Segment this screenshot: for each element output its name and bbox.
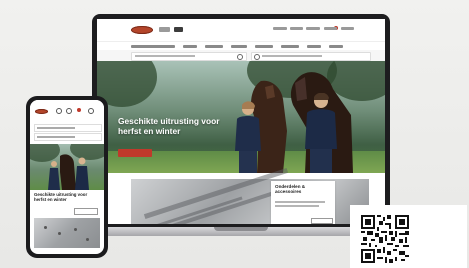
category-item-5[interactable] <box>255 45 273 48</box>
hero-cta-button[interactable] <box>118 149 152 157</box>
user-nav-2[interactable] <box>290 27 303 30</box>
search-placeholder <box>135 55 195 57</box>
category-item-8[interactable] <box>329 45 343 48</box>
hero-title: Geschikte uitrusting voor herfst en wint… <box>118 116 220 136</box>
category-item-7[interactable] <box>307 45 321 48</box>
mobile-header <box>30 100 104 120</box>
category-item-3[interactable] <box>205 45 223 48</box>
category-card-text <box>275 205 319 207</box>
category-item-4[interactable] <box>231 45 247 48</box>
product-detail <box>74 228 77 231</box>
mobile-hero-button[interactable] <box>74 208 98 215</box>
product-detail <box>44 226 47 229</box>
mobile-hero-banner <box>30 144 104 190</box>
rider-woman-image <box>235 101 261 173</box>
secondary-search-placeholder <box>262 55 322 57</box>
mobile-search-placeholder <box>37 127 75 129</box>
qr-code[interactable] <box>361 215 409 263</box>
laptop-screen: Geschikte uitrusting voor herfst en wint… <box>97 19 385 224</box>
secondary-search-input[interactable] <box>251 52 371 61</box>
laptop-notch <box>214 227 268 231</box>
mobile-search-input-2[interactable] <box>34 133 102 141</box>
mobile-hero-title: Geschikte uitrusting voor herfst en wint… <box>34 192 88 203</box>
search-input[interactable] <box>131 52 247 61</box>
phone-screen: Geschikte uitrusting voor herfst en wint… <box>30 100 104 254</box>
search-row <box>97 50 385 61</box>
user-nav-4[interactable] <box>324 27 337 30</box>
product-detail <box>86 238 89 241</box>
search-icon[interactable] <box>237 54 243 60</box>
brand-logo[interactable] <box>35 109 48 114</box>
mobile-hero-image <box>30 144 104 190</box>
product-detail <box>58 232 61 235</box>
mobile-product-image <box>34 218 100 248</box>
mobile-search-placeholder-2 <box>37 136 75 138</box>
category-card-title: Onderdelen & accessoires <box>275 184 306 195</box>
site-header <box>97 19 385 41</box>
category-card-text <box>275 201 325 203</box>
brand-logo[interactable] <box>131 26 153 34</box>
nav-tab-1[interactable] <box>159 27 170 32</box>
category-item-1[interactable] <box>131 45 175 48</box>
category-card-button[interactable] <box>311 218 333 224</box>
user-nav-5[interactable] <box>341 27 354 30</box>
product-photo-scene: Geschikte uitrusting voor herfst en wint… <box>0 0 469 268</box>
mobile-search-input[interactable] <box>34 124 102 132</box>
hero-banner: Geschikte uitrusting voor herfst en wint… <box>97 61 385 173</box>
menu-icon[interactable] <box>88 108 94 114</box>
category-card[interactable]: Onderdelen & accessoires <box>271 181 335 224</box>
search-icon[interactable] <box>56 108 62 114</box>
cart-icon[interactable] <box>77 108 81 112</box>
user-nav-3[interactable] <box>306 27 320 30</box>
category-item-6[interactable] <box>281 45 299 48</box>
search-icon <box>254 54 260 60</box>
category-item-2[interactable] <box>183 45 197 48</box>
nav-tab-2[interactable] <box>174 27 183 32</box>
user-nav-1[interactable] <box>273 27 287 30</box>
rider-man-image <box>305 93 337 173</box>
user-icon[interactable] <box>66 108 72 114</box>
